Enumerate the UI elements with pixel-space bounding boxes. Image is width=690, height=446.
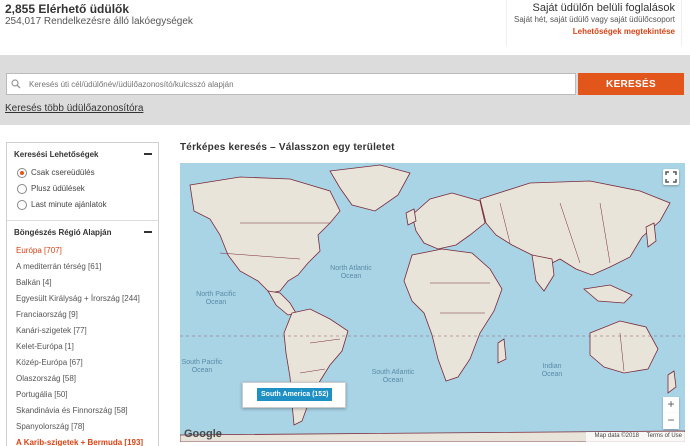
ocean-label-north-pacific: North Pacific Ocean xyxy=(196,291,236,306)
radio-icon[interactable] xyxy=(17,184,27,194)
ocean-label-indian: Indian Ocean xyxy=(541,363,563,378)
region-europe[interactable]: Európa [707] xyxy=(7,243,158,259)
zoom-in-button[interactable]: + xyxy=(663,397,679,413)
madagascar-shape xyxy=(497,338,507,364)
greenland-shape xyxy=(329,164,411,212)
fullscreen-button[interactable] xyxy=(663,169,679,185)
region-italy[interactable]: Olaszország [58] xyxy=(7,371,158,387)
region-uk-ireland[interactable]: Egyesült Királyság + Írország [244] xyxy=(7,291,158,307)
region-canary-islands[interactable]: Kanári-szigetek [77] xyxy=(7,323,158,339)
search-band: KERESÉS Keresés több üdülőazonosítóra xyxy=(0,55,690,125)
available-units-count: 254,017 Rendelkezésre álló lakóegységek xyxy=(5,16,193,27)
zoom-out-button[interactable]: − xyxy=(663,413,679,429)
map-attribution: Map data ©2018 Terms of Use xyxy=(585,432,685,442)
region-balkans[interactable]: Balkán [4] xyxy=(7,275,158,291)
browse-regions-title: Böngészés Régió Alapján xyxy=(14,228,112,237)
india-shape xyxy=(531,254,555,292)
search-options-title: Keresési Lehetőségek xyxy=(14,150,99,159)
ocean-label-south-atlantic: South Atlantic Ocean xyxy=(371,369,415,384)
japan-shape xyxy=(645,222,657,248)
region-portugal[interactable]: Portugália [50] xyxy=(7,387,158,403)
region-eastern-europe[interactable]: Kelet-Európa [1] xyxy=(7,339,158,355)
multi-id-search-link[interactable]: Keresés több üdülőazonosítóra xyxy=(5,103,143,114)
collapse-icon[interactable] xyxy=(144,153,152,155)
region-caribbean[interactable]: A Karib-szigetek + Bermuda [193] xyxy=(7,435,158,446)
map-title: Térképes keresés – Válasszon egy terület… xyxy=(180,142,395,153)
region-france[interactable]: Franciaország [9] xyxy=(7,307,158,323)
se-asia-islands-shape xyxy=(583,284,633,304)
collapse-icon[interactable] xyxy=(144,231,152,233)
option-exchange-only[interactable]: Csak csereüdülés xyxy=(7,165,158,181)
map-data-text: Map data ©2018 xyxy=(594,433,639,439)
new-zealand-shape xyxy=(667,370,677,394)
browse-regions-header[interactable]: Böngészés Régió Alapján xyxy=(7,221,158,243)
fullscreen-icon xyxy=(665,171,677,183)
central-america-shape xyxy=(267,290,297,316)
own-booking-title: Saját üdülőn belüli foglalások xyxy=(532,2,676,14)
asia-shape xyxy=(479,180,671,276)
ocean-label-north-atlantic: North Atlantic Ocean xyxy=(330,265,372,280)
search-button[interactable]: KERESÉS xyxy=(578,73,684,95)
option-plus-holidays[interactable]: Plusz üdülések xyxy=(7,181,158,197)
view-options-link[interactable]: Lehetőségek megtekintése xyxy=(507,27,675,36)
google-logo: Google xyxy=(184,428,222,440)
option-last-minute[interactable]: Last minute ajánlatok xyxy=(7,197,158,213)
region-mediterranean[interactable]: A mediterrán térség [61] xyxy=(7,259,158,275)
available-resorts-count: 2,855 Elérhető üdülők xyxy=(5,2,130,16)
radio-icon[interactable] xyxy=(17,200,27,210)
sidebar: Keresési Lehetőségek Csak csereüdülés Pl… xyxy=(6,142,159,446)
terms-link[interactable]: Terms of Use xyxy=(647,433,682,439)
australia-shape xyxy=(589,320,659,374)
region-spain[interactable]: Spanyolország [78] xyxy=(7,419,158,435)
africa-shape xyxy=(403,248,503,382)
top-stats: 2,855 Elérhető üdülők 254,017 Rendelkezé… xyxy=(0,0,690,55)
option-label: Plusz üdülések xyxy=(31,184,85,193)
search-icon xyxy=(11,79,21,89)
region-central-europe[interactable]: Közép-Európa [67] xyxy=(7,355,158,371)
option-label: Last minute ajánlatok xyxy=(31,200,107,209)
europe-shape xyxy=(411,192,486,250)
world-map[interactable]: North Atlantic Ocean South Atlantic Ocea… xyxy=(180,163,685,442)
search-input[interactable] xyxy=(6,73,576,95)
own-booking-box: Saját üdülőn belüli foglalások Saját hét… xyxy=(506,0,682,46)
radio-icon[interactable] xyxy=(17,168,27,178)
ocean-label-south-pacific: South Pacific Ocean xyxy=(181,359,223,374)
north-america-shape xyxy=(189,176,341,294)
region-tooltip[interactable]: South America (152) xyxy=(242,382,346,408)
tooltip-badge[interactable]: South America (152) xyxy=(257,388,333,401)
option-label: Csak csereüdülés xyxy=(31,168,95,177)
region-scandinavia[interactable]: Skandinávia és Finnország [58] xyxy=(7,403,158,419)
search-options-header[interactable]: Keresési Lehetőségek xyxy=(7,143,158,165)
own-booking-subtitle: Saját hét, saját üdülő vagy saját üdülőc… xyxy=(514,15,675,24)
